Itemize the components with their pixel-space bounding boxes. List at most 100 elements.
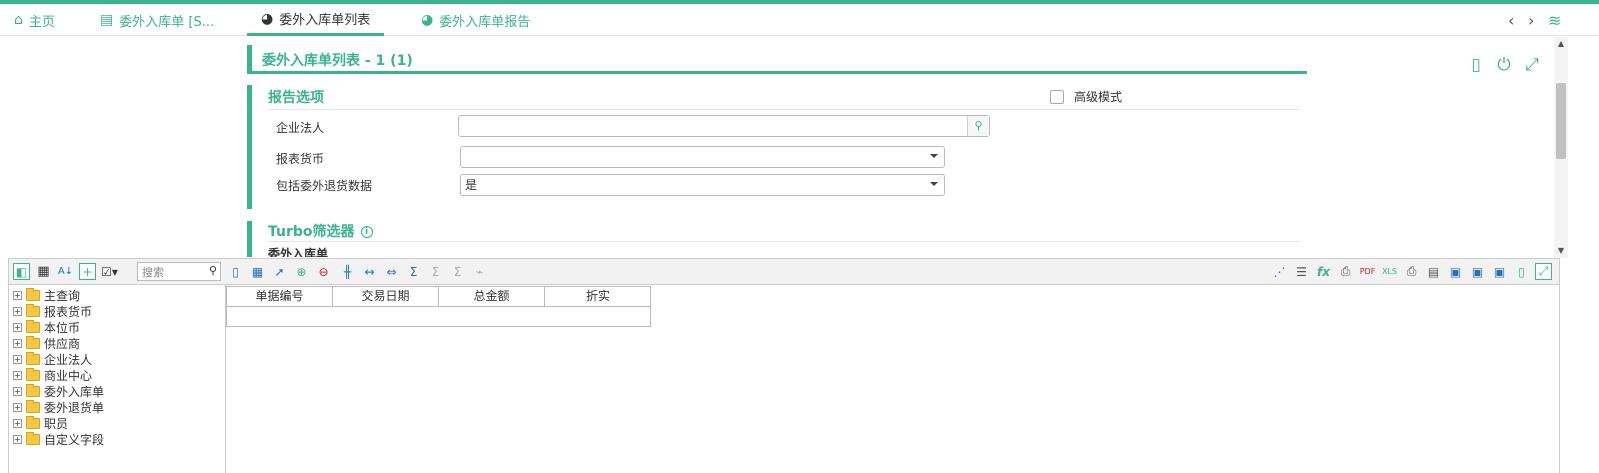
tab-label: 主页 (28, 14, 55, 30)
fullscreen-icon[interactable]: ⤢ (1535, 263, 1552, 280)
legal-entity-field[interactable]: ⚲ (458, 115, 990, 137)
tree-item[interactable]: + 自定义字段 (13, 431, 104, 447)
main-content: 委外入库单列表 - 1 (1) ▯ ⏻ ⤢ 报告选项 高级模式 企业法人 ⚲ 报… (0, 37, 1554, 257)
save-as-icon[interactable]: ▣ (1469, 263, 1486, 280)
link-icon[interactable]: ⌁ (471, 263, 488, 280)
remove-column-icon[interactable]: ▯ (227, 263, 244, 280)
expand-icon[interactable]: + (13, 370, 22, 380)
advanced-mode-checkbox[interactable] (1050, 89, 1064, 104)
expand-icon[interactable]: + (13, 434, 22, 444)
expand-width-icon[interactable]: ⇔ (383, 263, 400, 280)
run-icon[interactable]: ➚ (271, 263, 288, 280)
expand-icon[interactable]: + (13, 338, 22, 348)
sort-az-icon[interactable]: A↓ (57, 263, 74, 280)
tree-item-label: 商业中心 (44, 368, 93, 383)
tab-home[interactable]: ⌂ 主页 (14, 4, 55, 36)
scroll-down-icon[interactable]: ▼ (1554, 246, 1568, 258)
expand-icon[interactable]: + (13, 322, 22, 332)
print-preview-icon[interactable]: ⎙ (1337, 263, 1354, 280)
chart-icon[interactable]: ⋰ (1271, 263, 1288, 280)
column-split-icon[interactable]: ╫ (339, 263, 356, 280)
column-header[interactable]: 交易日期 (333, 287, 439, 307)
clipboard-icon[interactable]: ▯ (1466, 55, 1486, 75)
pdf-icon[interactable]: PDF (1359, 263, 1376, 280)
tab-next-button[interactable]: › (1528, 4, 1534, 36)
sum-disabled-icon[interactable]: Σ (427, 263, 444, 280)
tab-outsource-receipt-report[interactable]: ◕ 委外入库单报告 (421, 4, 530, 36)
main-scrollbar[interactable]: ▲ ▼ (1554, 37, 1568, 258)
tree-item[interactable]: + 供应商 (13, 335, 80, 351)
folder-icon (26, 303, 40, 317)
expand-icon[interactable]: + (13, 402, 22, 412)
tree-item[interactable]: + 企业法人 (13, 351, 92, 367)
tree-item-label: 企业法人 (44, 352, 93, 367)
toolbar-search-input[interactable]: 搜索 ⚲ (137, 262, 221, 281)
toggle-panel-icon[interactable]: ◧ (13, 263, 30, 280)
formula-icon[interactable]: fx (1315, 263, 1332, 280)
expand-icon[interactable]: ⤢ (1522, 55, 1542, 75)
tree-item-label: 报表货币 (44, 304, 93, 319)
search-icon[interactable]: ⚲ (209, 264, 217, 277)
expand-icon[interactable]: + (13, 354, 22, 364)
excel-icon[interactable]: XLS (1381, 263, 1398, 280)
scroll-up-icon[interactable]: ▲ (1554, 39, 1568, 51)
remove-grid-icon[interactable]: ▦ (249, 263, 266, 280)
tree-item-label: 本位币 (44, 320, 81, 335)
advanced-mode-toggle[interactable]: 高级模式 (1050, 88, 1122, 105)
select-dropdown-icon[interactable]: ☑▾ (101, 263, 118, 280)
report-options-section: 报告选项 高级模式 企业法人 ⚲ 报表货币 包括委外退货数据 是 (247, 85, 1301, 209)
report-icon[interactable]: ▤ (1425, 263, 1442, 280)
print-settings-icon[interactable]: ⎙ (1403, 263, 1420, 280)
remove-document-icon[interactable]: ⊖ (315, 263, 332, 280)
column-header[interactable]: 总金额 (439, 287, 545, 307)
turbo-filter-title: Turbo筛选器 i (268, 221, 373, 241)
field-tree: + 主查询 + 报表货币 + 本位币 + 供应商 + 企业法人 + 商业中心 + 委外入库单 … (8, 285, 226, 473)
legal-entity-search-button[interactable]: ⚲ (967, 116, 989, 136)
report-currency-select[interactable] (460, 146, 945, 168)
layers-button[interactable]: ≋ (1548, 4, 1561, 36)
include-return-select[interactable]: 是 (460, 174, 945, 196)
pie-chart-icon: ◕ (421, 12, 434, 28)
column-header[interactable]: 单据编号 (227, 287, 333, 307)
expand-icon[interactable]: + (13, 306, 22, 316)
sum-icon[interactable]: Σ (405, 263, 422, 280)
folder-icon (26, 351, 40, 365)
info-icon[interactable]: i (360, 226, 373, 238)
tree-item[interactable]: + 职员 (13, 415, 68, 431)
save-icon[interactable]: ▣ (1447, 263, 1464, 280)
folder-icon (26, 319, 40, 333)
divider (268, 109, 1300, 110)
save-delete-icon[interactable]: ▣ (1491, 263, 1508, 280)
column-header[interactable]: 折实 (545, 287, 651, 307)
tree-item[interactable]: + 报表货币 (13, 303, 92, 319)
power-icon[interactable]: ⏻ (1494, 55, 1514, 75)
tree-item[interactable]: + 本位币 (13, 319, 80, 335)
layers-icon: ≋ (1548, 10, 1562, 30)
grid-view-icon[interactable]: ▦ (35, 263, 52, 280)
column-settings-icon[interactable]: ☰ (1293, 263, 1310, 280)
chevron-down-icon (930, 182, 938, 186)
add-document-icon[interactable]: ⊕ (293, 263, 310, 280)
tab-prev-button[interactable]: ‹ (1508, 4, 1514, 36)
expand-icon[interactable]: + (13, 386, 22, 396)
tab-outsource-receipt[interactable]: ▤ 委外入库单 [S... (100, 4, 214, 36)
tree-item[interactable]: + 委外入库单 (13, 383, 104, 399)
home-icon: ⌂ (14, 12, 23, 28)
tree-item[interactable]: + 商业中心 (13, 367, 92, 383)
fit-width-icon[interactable]: ↔ (361, 263, 378, 280)
tree-item-label: 供应商 (44, 336, 81, 351)
paste-icon[interactable]: ▯ (1513, 263, 1530, 280)
add-icon[interactable]: + (79, 263, 96, 280)
chevron-left-icon: ‹ (1508, 10, 1515, 30)
scroll-thumb[interactable] (1556, 83, 1566, 159)
expand-icon[interactable]: + (13, 290, 22, 300)
expand-icon[interactable]: + (13, 418, 22, 428)
divider (1559, 285, 1560, 473)
tree-item-label: 自定义字段 (44, 432, 105, 447)
report-options-title: 报告选项 (268, 90, 324, 106)
tree-item[interactable]: + 委外退货单 (13, 399, 104, 415)
tree-item[interactable]: + 主查询 (13, 287, 80, 303)
tab-outsource-receipt-list[interactable]: ◕ 委外入库单列表 (247, 4, 385, 36)
sum-config-icon[interactable]: Σ (449, 263, 466, 280)
tab-label: 委外入库单列表 (279, 13, 371, 28)
